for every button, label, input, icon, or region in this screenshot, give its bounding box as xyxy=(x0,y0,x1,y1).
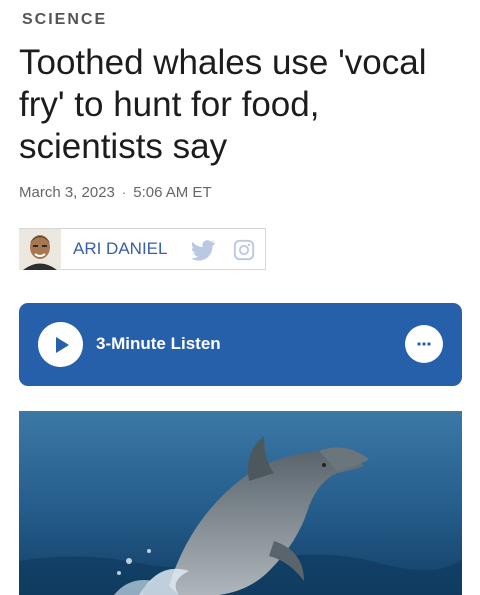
article-headline: Toothed whales use 'vocal fry' to hunt f… xyxy=(19,43,427,166)
more-options-button[interactable] xyxy=(405,325,443,363)
more-options-icon xyxy=(417,342,431,346)
author-name-link[interactable]: ARI DANIEL xyxy=(73,239,167,259)
byline: ARI DANIEL xyxy=(19,228,266,270)
section-label[interactable]: SCIENCE xyxy=(22,11,107,29)
twitter-icon[interactable] xyxy=(191,239,215,261)
article-photo-dolphin[interactable] xyxy=(19,411,462,595)
author-avatar[interactable] xyxy=(19,228,61,270)
play-button[interactable] xyxy=(38,322,83,367)
play-icon xyxy=(55,336,69,353)
audio-player: 3-Minute Listen xyxy=(19,303,462,386)
date-separator: · xyxy=(121,185,127,200)
publish-date: March 3, 2023 xyxy=(19,184,115,201)
publish-time: 5:06 AM ET xyxy=(133,184,212,201)
dateline: March 3, 2023 · 5:06 AM ET xyxy=(19,184,212,201)
instagram-icon[interactable] xyxy=(232,239,256,261)
listen-duration-label: 3-Minute Listen xyxy=(96,334,221,353)
